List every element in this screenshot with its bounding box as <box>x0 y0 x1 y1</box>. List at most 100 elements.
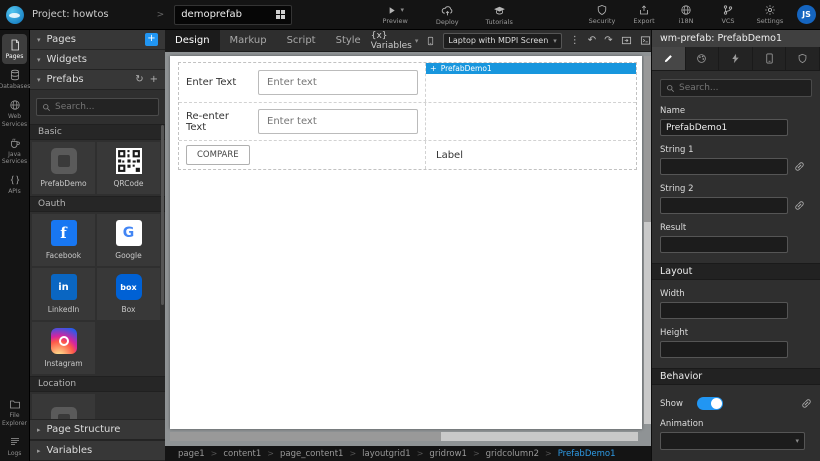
result-field[interactable] <box>660 236 788 253</box>
sidebar-panel-widgets[interactable]: ▾ Widgets <box>30 50 165 70</box>
sidebar-panel-variables[interactable]: ▸ Variables <box>30 440 165 461</box>
console-icon[interactable] <box>640 35 651 46</box>
variables-button[interactable]: {x} Variables ▾ <box>371 31 419 51</box>
tab-properties[interactable] <box>652 47 686 70</box>
google-icon: G <box>116 220 142 246</box>
animation-label: Animation <box>660 419 812 429</box>
string2-field[interactable] <box>660 197 788 214</box>
topbar-center-actions: ▾ Preview Deploy Tutorials <box>380 4 514 26</box>
canvas-vertical-scrollbar[interactable] <box>644 56 651 424</box>
run-preview-icon[interactable] <box>621 35 632 46</box>
canvas-horizontal-scrollbar[interactable] <box>170 432 638 441</box>
grid-cell-button[interactable]: COMPARE <box>179 141 426 169</box>
design-canvas-page[interactable]: Enter Text + PrefabDemo1 Re-enter T <box>170 56 642 429</box>
wavemaker-logo-icon[interactable] <box>6 6 24 24</box>
compare-button[interactable]: COMPARE <box>186 145 250 165</box>
result-label-widget: Label <box>426 150 463 161</box>
width-field[interactable] <box>660 302 788 319</box>
sidebar-panel-pages[interactable]: ▾ Pages + <box>30 30 165 50</box>
rail-item-java-services[interactable]: Java Services <box>0 132 29 169</box>
search-icon <box>42 103 51 112</box>
tab-style[interactable]: Style <box>326 30 371 51</box>
enter-text-input[interactable] <box>258 70 418 95</box>
add-prefab-icon[interactable]: + <box>150 75 158 85</box>
rail-item-logs[interactable]: Logs <box>0 431 29 461</box>
app-grid-icon[interactable] <box>276 10 285 19</box>
grid-cell-right-2[interactable] <box>426 103 636 140</box>
prefab-tile-instagram[interactable]: Instagram <box>32 322 95 374</box>
animation-select[interactable]: ▾ <box>660 432 805 450</box>
prefab-tile-google[interactable]: G Google <box>97 214 160 266</box>
breadcrumb-item[interactable]: content1 <box>223 449 261 459</box>
tab-device[interactable] <box>753 47 787 70</box>
sidebar-panel-prefabs[interactable]: ▾ Prefabs ↻ + <box>30 70 165 90</box>
bind-icon[interactable] <box>794 200 805 211</box>
tab-script[interactable]: Script <box>277 30 326 51</box>
breadcrumb-item-selected[interactable]: PrefabDemo1 <box>558 449 616 459</box>
prefab-search-input[interactable] <box>55 102 153 112</box>
layout-grid-widget[interactable]: Enter Text + PrefabDemo1 Re-enter T <box>178 62 637 170</box>
rail-item-apis[interactable]: APIs <box>0 169 29 199</box>
add-page-button[interactable]: + <box>145 33 158 46</box>
show-toggle[interactable] <box>697 397 723 410</box>
bind-icon[interactable] <box>794 161 805 172</box>
prefab-tile-linkedin[interactable]: in LinkedIn <box>32 268 95 320</box>
pages-icon <box>9 39 21 51</box>
export-button[interactable]: Export <box>629 4 659 25</box>
prefab-tile-box[interactable]: box Box <box>97 268 160 320</box>
device-icon <box>426 35 435 47</box>
logs-icon <box>9 436 21 448</box>
grid-cell-right-1[interactable]: + PrefabDemo1 <box>426 63 636 102</box>
chevron-right-icon: > <box>349 449 356 458</box>
rail-item-web-services[interactable]: Web Services <box>0 94 29 131</box>
more-menu-icon[interactable]: ⋮ <box>570 36 580 46</box>
tab-security[interactable] <box>786 47 820 70</box>
widget-selection-bar[interactable]: + PrefabDemo1 <box>426 63 636 74</box>
grid-cell-label2[interactable]: Re-enter Text <box>179 103 426 140</box>
sidebar-panel-page-structure[interactable]: ▸ Page Structure <box>30 419 165 440</box>
preview-caret-icon[interactable]: ▾ <box>400 6 404 14</box>
sidebar-scrollbar[interactable] <box>161 125 164 305</box>
app-selector[interactable]: demoprefab <box>174 5 292 25</box>
tab-markup[interactable]: Markup <box>220 30 277 51</box>
vcs-button[interactable]: VCS <box>713 4 743 25</box>
prefab-tile-facebook[interactable]: f Facebook <box>32 214 95 266</box>
reenter-text-input[interactable] <box>258 109 418 134</box>
grid-cell-result[interactable]: Label <box>426 141 636 169</box>
tab-styles[interactable] <box>686 47 720 70</box>
height-field[interactable] <box>660 341 788 358</box>
shield-icon <box>797 53 808 64</box>
name-label: Name <box>660 106 812 116</box>
breadcrumb-item[interactable]: page_content1 <box>280 449 343 459</box>
breadcrumb-item[interactable]: layoutgrid1 <box>362 449 411 459</box>
rail-item-file-explorer[interactable]: File Explorer <box>0 393 29 430</box>
user-avatar[interactable]: JS <box>797 5 816 24</box>
redo-icon[interactable]: ↷ <box>604 36 612 46</box>
i18n-button[interactable]: i18N <box>671 4 701 25</box>
breadcrumb-item[interactable]: page1 <box>178 449 205 459</box>
undo-icon[interactable]: ↶ <box>588 36 596 46</box>
string2-label: String 2 <box>660 184 812 194</box>
settings-button[interactable]: Settings <box>755 4 785 25</box>
property-search-input[interactable] <box>679 83 806 93</box>
tab-design[interactable]: Design <box>165 30 220 51</box>
breadcrumb-item[interactable]: gridrow1 <box>429 449 467 459</box>
bind-icon[interactable] <box>801 398 812 409</box>
rail-item-pages[interactable]: Pages <box>2 34 27 64</box>
prefab-tile-prefabdemo[interactable]: PrefabDemo <box>32 142 95 194</box>
device-selector[interactable]: Laptop with MDPI Screen ▾ <box>443 33 561 49</box>
refresh-prefabs-icon[interactable]: ↻ <box>135 75 143 85</box>
tutorials-button[interactable]: Tutorials <box>484 4 514 26</box>
result-label: Result <box>660 223 812 233</box>
name-field[interactable] <box>660 119 788 136</box>
security-button[interactable]: Security <box>587 4 617 25</box>
rail-item-databases[interactable]: Databases <box>0 64 29 94</box>
grid-cell-label1[interactable]: Enter Text <box>179 63 426 102</box>
breadcrumb-item[interactable]: gridcolumn2 <box>486 449 539 459</box>
deploy-button[interactable]: Deploy <box>432 4 462 26</box>
string1-field[interactable] <box>660 158 788 175</box>
preview-button[interactable]: ▾ Preview <box>380 4 410 26</box>
sidebar: ▾ Pages + ▾ Widgets ▾ Prefabs ↻ + Basic … <box>30 30 165 461</box>
tab-events[interactable] <box>719 47 753 70</box>
prefab-tile-qrcode[interactable]: QRCode <box>97 142 160 194</box>
